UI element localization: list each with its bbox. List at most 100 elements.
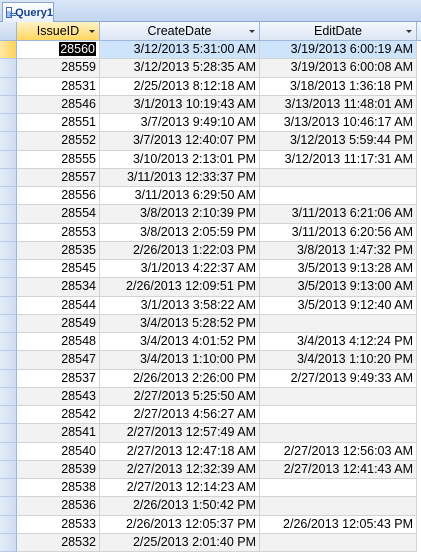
cell-createdate[interactable]: 2/27/2013 5:25:50 AM xyxy=(100,387,260,406)
cell-issueid[interactable]: 28557 xyxy=(17,168,100,187)
record-selector[interactable] xyxy=(0,278,17,297)
cell-createdate[interactable]: 2/26/2013 2:26:00 PM xyxy=(100,369,260,388)
cell-issueid[interactable]: 28553 xyxy=(17,223,100,242)
cell-editdate[interactable]: 3/4/2013 1:10:20 PM xyxy=(260,351,417,370)
cell-createdate[interactable]: 2/26/2013 1:50:42 PM xyxy=(100,497,260,516)
record-selector[interactable] xyxy=(0,114,17,133)
record-selector[interactable] xyxy=(0,223,17,242)
cell-createdate[interactable]: 3/1/2013 3:58:22 AM xyxy=(100,296,260,315)
cell-createdate[interactable]: 3/12/2013 5:28:35 AM xyxy=(100,59,260,78)
cell-editdate[interactable] xyxy=(260,387,417,406)
cell-issueid[interactable]: 28559 xyxy=(17,59,100,78)
table-row[interactable]: 28538 2/27/2013 12:14:23 AM xyxy=(0,479,421,498)
cell-createdate[interactable]: 2/25/2013 8:12:18 AM xyxy=(100,77,260,96)
table-row[interactable]: 28559 3/12/2013 5:28:35 AM 3/19/2013 6:00:… xyxy=(0,59,421,78)
table-row[interactable]: 28555 3/10/2013 2:13:01 PM 3/12/2013 11:17… xyxy=(0,150,421,169)
record-selector[interactable] xyxy=(0,497,17,516)
chevron-down-icon[interactable] xyxy=(87,27,96,36)
table-row[interactable]: 28556 3/11/2013 6:29:50 AM xyxy=(0,187,421,206)
cell-issueid[interactable]: 28549 xyxy=(17,314,100,333)
cell-createdate[interactable]: 3/11/2013 6:29:50 AM xyxy=(100,187,260,206)
cell-issueid[interactable]: 28548 xyxy=(17,333,100,352)
record-selector[interactable] xyxy=(0,95,17,114)
cell-editdate[interactable] xyxy=(260,424,417,443)
table-row[interactable]: 28535 2/26/2013 1:22:03 PM 3/8/2013 1:47:3… xyxy=(0,241,421,260)
cell-issueid[interactable]: 28545 xyxy=(17,260,100,279)
cell-editdate[interactable]: 3/11/2013 6:21:06 AM xyxy=(260,205,417,224)
table-row[interactable]: 28560 3/12/2013 5:31:00 AM 3/19/2013 6:00:… xyxy=(0,41,421,60)
cell-issueid[interactable]: 28534 xyxy=(17,278,100,297)
cell-editdate[interactable] xyxy=(260,187,417,206)
cell-issueid[interactable]: 28535 xyxy=(17,241,100,260)
cell-editdate[interactable]: 2/27/2013 12:41:43 AM xyxy=(260,460,417,479)
table-row[interactable]: 28533 2/26/2013 12:05:37 PM 2/26/2013 12:0… xyxy=(0,515,421,534)
cell-createdate[interactable]: 2/27/2013 4:56:27 AM xyxy=(100,406,260,425)
record-selector[interactable] xyxy=(0,424,17,443)
table-row[interactable]: 28546 3/1/2013 10:19:43 AM 3/13/2013 11:48… xyxy=(0,95,421,114)
cell-createdate[interactable]: 2/27/2013 12:47:18 AM xyxy=(100,442,260,461)
cell-createdate[interactable]: 3/8/2013 2:05:59 PM xyxy=(100,223,260,242)
record-selector[interactable] xyxy=(0,533,17,552)
cell-editdate[interactable] xyxy=(260,168,417,187)
cell-editdate[interactable]: 3/13/2013 11:48:01 AM xyxy=(260,95,417,114)
cell-createdate[interactable]: 3/7/2013 12:40:07 PM xyxy=(100,132,260,151)
cell-createdate[interactable]: 3/8/2013 2:10:39 PM xyxy=(100,205,260,224)
cell-issueid[interactable]: 28555 xyxy=(17,150,100,169)
table-row[interactable]: 28536 2/26/2013 1:50:42 PM xyxy=(0,497,421,516)
cell-createdate[interactable]: 2/26/2013 12:05:37 PM xyxy=(100,515,260,534)
cell-issueid[interactable]: 28551 xyxy=(17,114,100,133)
cell-createdate[interactable]: 2/27/2013 12:14:23 AM xyxy=(100,479,260,498)
cell-createdate[interactable]: 3/1/2013 10:19:43 AM xyxy=(100,95,260,114)
table-row[interactable]: 28542 2/27/2013 4:56:27 AM xyxy=(0,406,421,425)
record-selector[interactable] xyxy=(0,260,17,279)
cell-editdate[interactable]: 3/8/2013 1:47:32 PM xyxy=(260,241,417,260)
cell-editdate[interactable] xyxy=(260,479,417,498)
cell-createdate[interactable]: 3/7/2013 9:49:10 AM xyxy=(100,114,260,133)
cell-createdate[interactable]: 2/25/2013 2:01:40 PM xyxy=(100,533,260,552)
record-selector[interactable] xyxy=(0,369,17,388)
cell-issueid[interactable]: 28538 xyxy=(17,479,100,498)
record-selector[interactable] xyxy=(0,150,17,169)
record-selector[interactable] xyxy=(0,168,17,187)
table-row[interactable]: 28539 2/27/2013 12:32:39 AM 2/27/2013 12:4… xyxy=(0,460,421,479)
table-row[interactable]: 28534 2/26/2013 12:09:51 PM 3/5/2013 9:13:… xyxy=(0,278,421,297)
cell-editdate[interactable]: 3/19/2013 6:00:08 AM xyxy=(260,59,417,78)
table-row[interactable]: 28548 3/4/2013 4:01:52 PM 3/4/2013 4:12:24… xyxy=(0,333,421,352)
cell-issueid[interactable]: 28543 xyxy=(17,387,100,406)
record-selector[interactable] xyxy=(0,77,17,96)
record-selector[interactable] xyxy=(0,479,17,498)
cell-createdate[interactable]: 3/4/2013 4:01:52 PM xyxy=(100,333,260,352)
cell-editdate[interactable]: 2/27/2013 9:49:33 AM xyxy=(260,369,417,388)
cell-issueid[interactable]: 28560 xyxy=(17,41,100,60)
cell-createdate[interactable]: 3/11/2013 12:33:37 PM xyxy=(100,168,260,187)
cell-createdate[interactable]: 3/4/2013 1:10:00 PM xyxy=(100,351,260,370)
table-row[interactable]: 28540 2/27/2013 12:47:18 AM 2/27/2013 12:5… xyxy=(0,442,421,461)
cell-issueid[interactable]: 28536 xyxy=(17,497,100,516)
cell-issueid[interactable]: 28556 xyxy=(17,187,100,206)
cell-editdate[interactable]: 3/5/2013 9:13:28 AM xyxy=(260,260,417,279)
table-row[interactable]: 28537 2/26/2013 2:26:00 PM 2/27/2013 9:49:… xyxy=(0,369,421,388)
cell-createdate[interactable]: 2/26/2013 1:22:03 PM xyxy=(100,241,260,260)
record-selector[interactable] xyxy=(0,241,17,260)
record-selector[interactable] xyxy=(0,442,17,461)
cell-issueid[interactable]: 28531 xyxy=(17,77,100,96)
record-selector[interactable] xyxy=(0,132,17,151)
cell-issueid[interactable]: 28532 xyxy=(17,533,100,552)
cell-createdate[interactable]: 3/4/2013 5:28:52 PM xyxy=(100,314,260,333)
cell-createdate[interactable]: 2/27/2013 12:32:39 AM xyxy=(100,460,260,479)
cell-issueid[interactable]: 28542 xyxy=(17,406,100,425)
record-selector[interactable] xyxy=(0,460,17,479)
select-all-button[interactable] xyxy=(0,22,17,40)
cell-createdate[interactable]: 3/12/2013 5:31:00 AM xyxy=(100,41,260,60)
cell-createdate[interactable]: 2/27/2013 12:57:49 AM xyxy=(100,424,260,443)
record-selector[interactable] xyxy=(0,59,17,78)
cell-editdate[interactable]: 3/4/2013 4:12:24 PM xyxy=(260,333,417,352)
record-selector[interactable] xyxy=(0,41,17,60)
record-selector[interactable] xyxy=(0,296,17,315)
cell-createdate[interactable]: 3/10/2013 2:13:01 PM xyxy=(100,150,260,169)
cell-editdate[interactable]: 3/12/2013 5:59:44 PM xyxy=(260,132,417,151)
table-row[interactable]: 28547 3/4/2013 1:10:00 PM 3/4/2013 1:10:20… xyxy=(0,351,421,370)
cell-editdate[interactable]: 3/11/2013 6:20:56 AM xyxy=(260,223,417,242)
table-row[interactable]: 28552 3/7/2013 12:40:07 PM 3/12/2013 5:59:… xyxy=(0,132,421,151)
cell-editdate[interactable]: 3/5/2013 9:12:40 AM xyxy=(260,296,417,315)
